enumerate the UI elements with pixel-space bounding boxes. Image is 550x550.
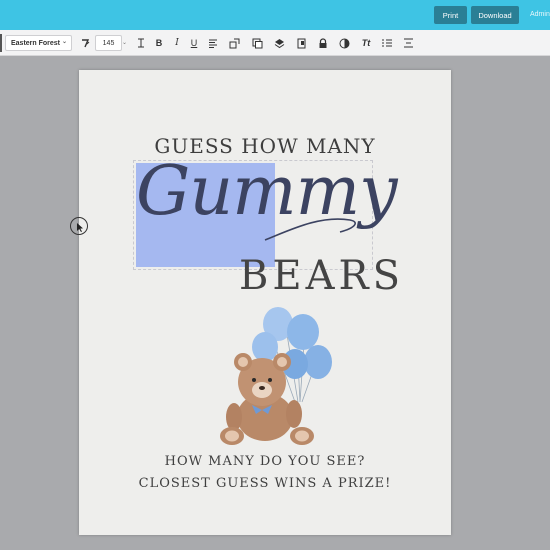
color-icon[interactable] <box>338 37 350 49</box>
layers-icon[interactable] <box>273 37 285 49</box>
font-family-value: Eastern Forest <box>11 39 61 47</box>
font-size-input[interactable]: 145 <box>95 35 122 51</box>
font-size-value: 145 <box>102 39 115 47</box>
print-button[interactable]: Print <box>434 6 467 24</box>
admin-link[interactable]: Admin <box>530 11 550 18</box>
toolbar-edge <box>0 34 2 52</box>
underline-icon[interactable]: U <box>188 37 200 49</box>
italic-icon[interactable]: I <box>171 37 183 49</box>
top-bar: Print Download Admin <box>0 0 550 30</box>
canvas-title-bottom[interactable]: BEARS <box>239 253 404 299</box>
chevron-down-icon: ⌄ <box>61 39 67 45</box>
font-size-chevron-icon[interactable]: ⌄ <box>122 39 127 46</box>
canvas-subtitle-line-1[interactable]: HOW MANY DO YOU SEE? <box>0 454 530 469</box>
cursor-arrow-icon <box>77 223 83 232</box>
lock-icon[interactable] <box>317 37 329 49</box>
font-family-select[interactable]: Eastern Forest ⌄ <box>5 35 72 51</box>
bold-icon[interactable]: B <box>153 37 165 49</box>
duplicate-icon[interactable] <box>251 37 263 49</box>
text-effect-icon[interactable] <box>79 37 91 49</box>
text-transform-icon[interactable]: Tt <box>360 37 372 49</box>
download-button[interactable]: Download <box>471 6 519 24</box>
teddy-bear-illustration[interactable] <box>210 302 340 447</box>
list-icon[interactable] <box>381 37 393 49</box>
line-height-icon[interactable] <box>402 37 414 49</box>
align-icon[interactable] <box>207 37 219 49</box>
image-replace-icon[interactable] <box>228 37 240 49</box>
mouse-cursor <box>70 217 88 235</box>
canvas-subtitle-line-2[interactable]: CLOSEST GUESS WINS A PRIZE! <box>0 476 530 491</box>
copy-icon[interactable] <box>296 37 308 49</box>
letter-spacing-icon[interactable] <box>135 37 147 49</box>
text-toolbar: Eastern Forest ⌄ 145 ⌄ B I U Tt <box>0 30 550 56</box>
